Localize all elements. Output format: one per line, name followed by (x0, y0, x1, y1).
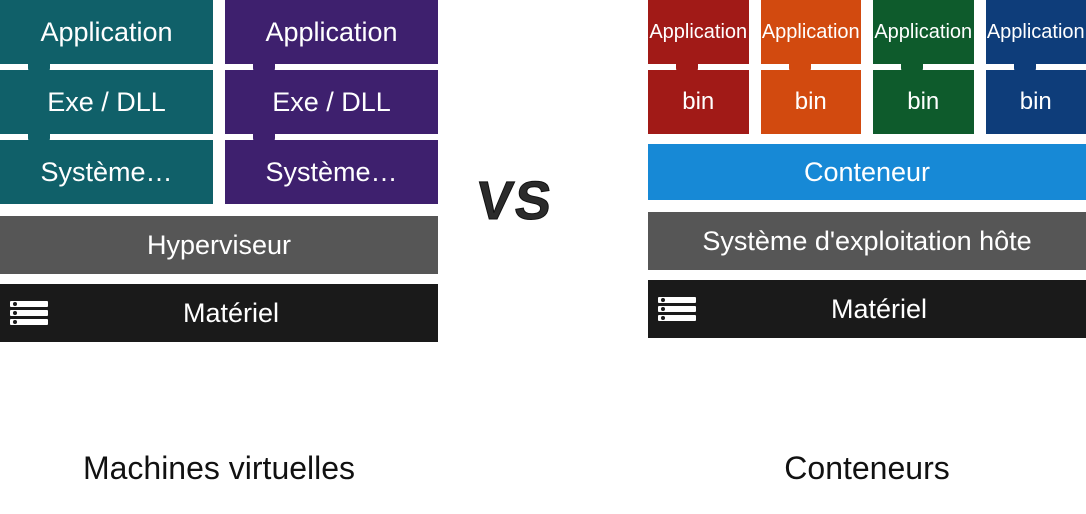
vm1-exe-block: Exe / DLL (0, 70, 213, 134)
vm-exe-row: Exe / DLL Exe / DLL (0, 70, 438, 134)
container-bin-row: bin bin bin bin (648, 70, 1086, 134)
server-icon (658, 289, 696, 329)
vm-title: Machines virtuelles (0, 450, 438, 487)
vm2-app-block: Application (225, 0, 438, 64)
vm-hardware-block: Matériel (0, 284, 438, 342)
vm-stack: Application Application Exe / DLL Exe / … (0, 0, 438, 342)
c2-bin-block: bin (761, 70, 862, 134)
vm2-os-block: Système… (225, 140, 438, 204)
c4-app-block: Application (986, 0, 1086, 64)
server-icon (10, 293, 48, 333)
c1-bin-block: bin (648, 70, 749, 134)
vs-text: VS (474, 170, 557, 232)
vs-badge: VS (460, 162, 570, 240)
vm-os-row: Système… Système… (0, 140, 438, 204)
vm-apps-row: Application Application (0, 0, 438, 64)
c2-app-block: Application (761, 0, 862, 64)
container-hardware-block: Matériel (648, 280, 1086, 338)
container-hardware-label: Matériel (712, 294, 1086, 325)
vm-hardware-label: Matériel (64, 298, 438, 329)
hypervisor-block: Hyperviseur (0, 216, 438, 274)
vm1-app-block: Application (0, 0, 213, 64)
c3-bin-block: bin (873, 70, 974, 134)
host-os-block: Système d'exploitation hôte (648, 212, 1086, 270)
c1-app-block: Application (648, 0, 749, 64)
vm1-os-block: Système… (0, 140, 213, 204)
vm2-exe-block: Exe / DLL (225, 70, 438, 134)
c4-bin-block: bin (986, 70, 1086, 134)
c3-app-block: Application (873, 0, 974, 64)
container-apps-row: Application Application Application Appl… (648, 0, 1086, 64)
container-stack: Application Application Application Appl… (648, 0, 1086, 338)
container-title: Conteneurs (648, 450, 1086, 487)
container-engine-block: Conteneur (648, 144, 1086, 200)
